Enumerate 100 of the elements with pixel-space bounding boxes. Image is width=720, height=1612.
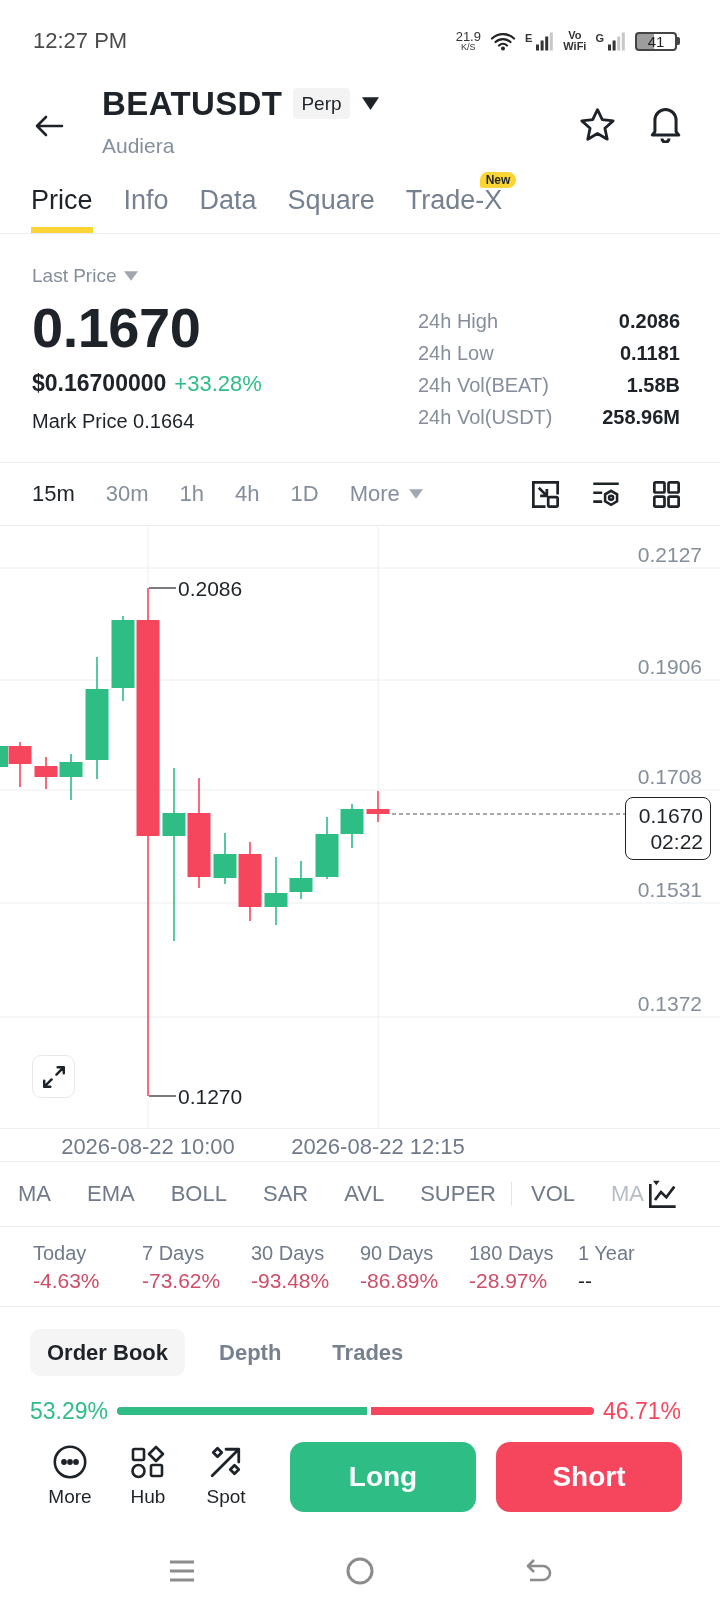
mark-price: Mark Price 0.1664 bbox=[32, 409, 196, 433]
price-axis-label: 0.1708 bbox=[637, 765, 702, 788]
leader-line bbox=[148, 1095, 177, 1097]
candle bbox=[59, 753, 83, 801]
price-axis-label: 0.1531 bbox=[637, 878, 702, 901]
stat-value: 258.96M bbox=[601, 405, 680, 429]
corner-arrow-icon[interactable] bbox=[532, 480, 559, 508]
last-price-tag-value: 0.1670 bbox=[638, 802, 703, 829]
order-book-tab[interactable]: Depth bbox=[202, 1329, 299, 1376]
network-type-label: E bbox=[524, 32, 533, 44]
low-price-label: 0.1270 bbox=[178, 1084, 243, 1108]
candle bbox=[315, 816, 339, 880]
indicator-tab[interactable]: MA bbox=[18, 1180, 51, 1208]
page-tab[interactable]: Info bbox=[123, 170, 169, 233]
price-change: +33.28% bbox=[174, 370, 262, 398]
period-label: 90 Days bbox=[360, 1241, 434, 1265]
period-label: 1 Year bbox=[578, 1241, 635, 1265]
page-tab[interactable]: Price bbox=[31, 170, 93, 233]
period-change: -93.48% bbox=[251, 1268, 330, 1294]
stat-label: 24h Vol(BEAT) bbox=[418, 373, 550, 397]
caret-icon bbox=[408, 489, 423, 499]
period-label: Today bbox=[33, 1241, 87, 1265]
candle-countdown: 02:22 bbox=[650, 828, 703, 855]
calling-mode-label: Vo WiFi bbox=[563, 30, 587, 52]
indicator-tab[interactable]: EMA bbox=[87, 1180, 135, 1208]
last-price-label[interactable]: Last Price bbox=[32, 265, 117, 287]
network-type-label: G bbox=[595, 32, 604, 44]
period-change: -4.63% bbox=[33, 1268, 100, 1294]
page-tab[interactable]: Data bbox=[199, 170, 257, 233]
period-change: -86.89% bbox=[360, 1268, 439, 1294]
stat-value: 0.2086 bbox=[617, 309, 680, 333]
contract-type-badge: Perp bbox=[293, 88, 350, 119]
period-change: -- bbox=[578, 1268, 592, 1294]
period-change: -28.97% bbox=[469, 1268, 548, 1294]
interval-tab[interactable]: 15m bbox=[32, 480, 75, 508]
stat-value: 0.1181 bbox=[618, 341, 680, 365]
signal-icon bbox=[536, 31, 555, 51]
stat-label: 24h Vol(USDT) bbox=[418, 405, 554, 429]
network-speed-value: 21.9 bbox=[455, 30, 481, 43]
wifi-icon bbox=[489, 31, 516, 51]
grid-icon[interactable] bbox=[653, 480, 680, 508]
indicator-tab[interactable]: AVL bbox=[344, 1180, 385, 1208]
period-change: -73.62% bbox=[142, 1268, 221, 1294]
indicator-tab[interactable]: SAR bbox=[262, 1180, 309, 1208]
line-chart-icon[interactable] bbox=[649, 1180, 677, 1208]
ellipsis-icon bbox=[53, 1445, 87, 1479]
page-tab[interactable]: Trade-X New bbox=[405, 170, 529, 233]
usd-price: $0.16700000 bbox=[32, 369, 167, 397]
leader-line bbox=[148, 587, 177, 589]
candle bbox=[366, 790, 390, 823]
short-button[interactable]: Short bbox=[496, 1442, 682, 1512]
list-settings-icon[interactable] bbox=[592, 481, 620, 507]
time-axis-label: 2026-08-22 12:15 bbox=[291, 1134, 465, 1159]
buy-ratio: 53.29% bbox=[30, 1397, 109, 1425]
home-icon[interactable] bbox=[346, 1557, 374, 1585]
caret-icon[interactable] bbox=[361, 97, 379, 110]
expand-icon bbox=[42, 1065, 65, 1088]
indicator-tab[interactable]: VOL bbox=[530, 1180, 575, 1208]
long-button[interactable]: Long bbox=[290, 1442, 476, 1512]
symbol-title[interactable]: BEATUSDT bbox=[102, 85, 283, 122]
spot-button[interactable]: Spot bbox=[191, 1442, 261, 1508]
project-name: Audiera bbox=[102, 133, 175, 158]
order-book-tab[interactable]: Order Book bbox=[30, 1329, 186, 1376]
interval-tab[interactable]: 30m bbox=[105, 480, 149, 508]
stat-value: 1.58B bbox=[625, 373, 680, 397]
stat-label: 24h High bbox=[418, 309, 500, 333]
more-intervals-button[interactable]: More bbox=[349, 480, 423, 508]
indicator-tab[interactable]: SUPER bbox=[420, 1180, 496, 1208]
order-book-tab[interactable]: Trades bbox=[315, 1329, 421, 1376]
more-button[interactable]: More bbox=[35, 1442, 105, 1508]
period-label: 7 Days bbox=[142, 1241, 205, 1265]
price-axis-label: 0.1372 bbox=[637, 992, 702, 1015]
interval-tab[interactable]: 4h bbox=[235, 480, 260, 508]
price-axis-label: 0.2127 bbox=[637, 543, 702, 566]
indicator-tab[interactable]: BOLL bbox=[170, 1180, 227, 1208]
time-axis-label: 2026-08-22 10:00 bbox=[61, 1134, 235, 1159]
sell-ratio: 46.71% bbox=[603, 1397, 681, 1425]
interval-tab[interactable]: 1h bbox=[179, 480, 205, 508]
back-icon[interactable] bbox=[34, 114, 64, 138]
hub-button[interactable]: Hub bbox=[113, 1442, 183, 1508]
fullscreen-button[interactable] bbox=[32, 1055, 75, 1098]
battery-indicator: 41 bbox=[635, 31, 680, 51]
period-label: 180 Days bbox=[469, 1241, 554, 1265]
stat-label: 24h Low bbox=[418, 341, 495, 365]
last-price-value: 0.1670 bbox=[32, 298, 202, 358]
new-badge: New bbox=[479, 172, 517, 188]
bell-icon[interactable] bbox=[649, 105, 682, 143]
shapes-icon bbox=[131, 1445, 165, 1479]
price-axis-label: 0.1906 bbox=[637, 655, 702, 678]
candle bbox=[34, 756, 58, 790]
menu-icon[interactable] bbox=[169, 1559, 195, 1583]
signal-icon bbox=[608, 31, 626, 51]
period-label: 30 Days bbox=[251, 1241, 325, 1265]
candle bbox=[340, 803, 364, 849]
network-speed-unit: K/S bbox=[461, 43, 476, 52]
high-price-label: 0.2086 bbox=[178, 576, 243, 600]
page-tab[interactable]: Square bbox=[287, 170, 375, 233]
interval-tab[interactable]: 1D bbox=[290, 480, 319, 508]
diagonal-arrow-icon bbox=[209, 1445, 243, 1479]
star-icon[interactable] bbox=[580, 107, 615, 141]
